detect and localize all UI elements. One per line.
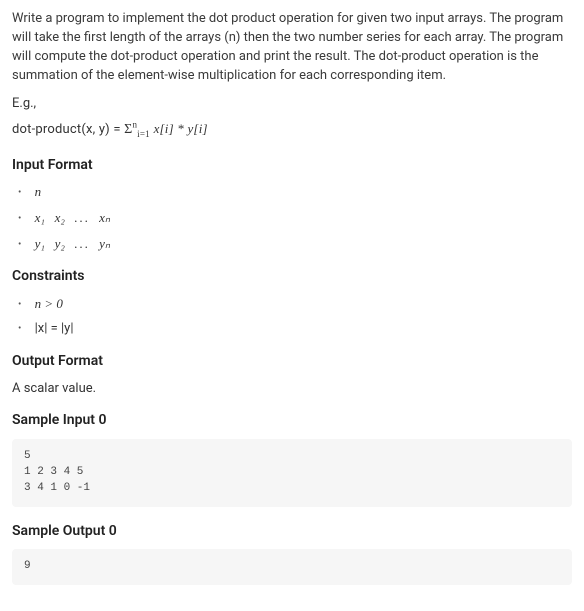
sample-input-0-heading: Sample Input 0: [12, 410, 572, 430]
constraint-n-positive: n > 0: [35, 296, 63, 311]
var-n: n: [35, 184, 42, 199]
sample-output-0-heading: Sample Output 0: [12, 521, 572, 541]
list-item: n > 0: [18, 295, 572, 315]
sample-input-0-code: 5 1 2 3 4 5 3 4 1 0 -1: [12, 439, 572, 507]
var-y2: y₂: [55, 236, 65, 251]
ellipsis: ...: [74, 236, 90, 251]
output-format-heading: Output Format: [12, 351, 572, 371]
problem-description: Write a program to implement the dot pro…: [12, 10, 572, 85]
constraints-heading: Constraints: [12, 266, 572, 286]
var-y1: y₁: [35, 236, 45, 251]
formula-summation: Σni=1: [124, 122, 153, 137]
formula-lhs: dot-product(x, y) =: [12, 122, 121, 137]
list-item: x₁ x₂ ... xₙ: [18, 209, 572, 229]
var-x2: x₂: [55, 210, 65, 225]
sum-lower: i=1: [137, 129, 150, 139]
list-item: y₁ y₂ ... yₙ: [18, 235, 572, 255]
formula: dot-product(x, y) = Σni=1 x[i] * y[i]: [12, 120, 572, 140]
list-item: n: [18, 183, 572, 203]
var-xn: xₙ: [99, 210, 110, 225]
input-format-list: n x₁ x₂ ... xₙ y₁ y₂ ... yₙ: [12, 183, 572, 255]
var-x1: x₁: [35, 210, 45, 225]
input-format-heading: Input Format: [12, 155, 572, 175]
constraints-list: n > 0 |x| = |y|: [12, 295, 572, 340]
list-item: |x| = |y|: [18, 320, 572, 339]
sample-output-0-code: 9: [12, 549, 572, 585]
ellipsis: ...: [74, 210, 90, 225]
constraint-equal-length: |x| = |y|: [35, 321, 74, 336]
var-yn: yₙ: [99, 236, 110, 251]
example-label: E.g.,: [12, 95, 572, 114]
formula-body: x[i] * y[i]: [154, 121, 208, 136]
output-format-desc: A scalar value.: [12, 380, 572, 399]
